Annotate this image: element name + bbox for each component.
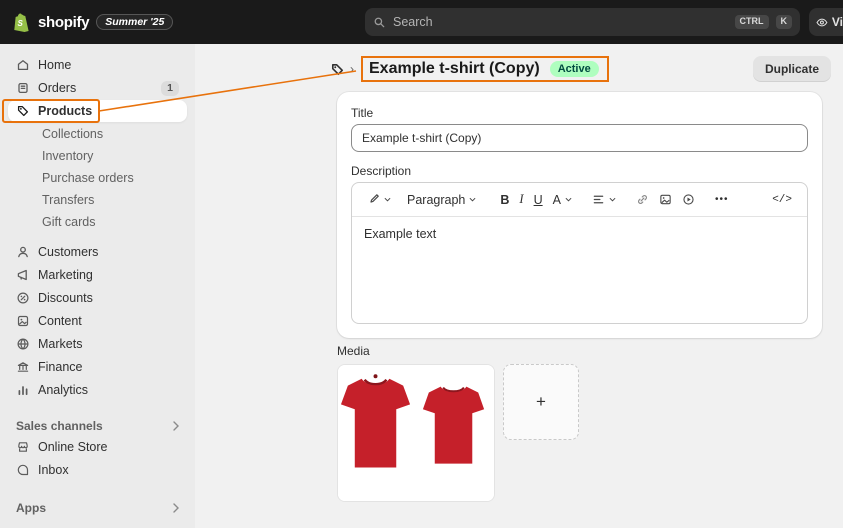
- status-badge: Active: [549, 61, 599, 77]
- sidebar-item-markets[interactable]: Markets: [8, 333, 187, 355]
- format-brush-icon: [370, 194, 379, 203]
- description-editor-body[interactable]: Example text: [352, 217, 807, 323]
- sidebar-item-content[interactable]: Content: [8, 310, 187, 332]
- search-placeholder: Search: [393, 15, 433, 29]
- sidebar-item-home[interactable]: Home: [8, 54, 187, 76]
- text-align-button[interactable]: [587, 189, 621, 210]
- megaphone-icon: [16, 268, 30, 282]
- page-title: Example t-shirt (Copy): [369, 60, 540, 77]
- image-icon: [660, 194, 671, 205]
- sidebar-item-label: Home: [38, 58, 72, 72]
- tshirts-image: [338, 365, 494, 501]
- chat-bubble-icon: [16, 463, 30, 477]
- sidebar-item-collections[interactable]: Collections: [8, 123, 187, 145]
- product-details-card: Title Description Paragraph B I U: [337, 92, 822, 338]
- chevron-down-icon: [469, 197, 476, 202]
- insert-image-button[interactable]: [654, 189, 677, 210]
- products-annotation-target: Products: [16, 104, 92, 118]
- more-options-button[interactable]: •••: [710, 190, 734, 209]
- sidebar-item-customers[interactable]: Customers: [8, 241, 187, 263]
- eye-icon: [816, 18, 828, 26]
- chevron-down-icon: [609, 197, 616, 202]
- shopify-admin: S shopify Summer '25 Search CTRL K Vi Ho…: [0, 0, 843, 528]
- sidebar-item-label: Orders: [38, 81, 77, 95]
- topbar: S shopify Summer '25 Search CTRL K Vi: [0, 0, 843, 44]
- annotated-title-box: Example t-shirt (Copy) Active: [361, 56, 609, 82]
- shortcut-k-badge: K: [775, 15, 792, 29]
- sidebar: Home Orders 1 Products Collections Inven…: [0, 44, 195, 528]
- add-media-button[interactable]: +: [503, 364, 579, 440]
- chevron-right-icon: [173, 421, 179, 431]
- insert-video-button[interactable]: [677, 189, 700, 210]
- chevron-down-icon: [565, 197, 572, 202]
- italic-button[interactable]: I: [514, 188, 528, 211]
- sidebar-item-analytics[interactable]: Analytics: [8, 379, 187, 401]
- sidebar-item-marketing[interactable]: Marketing: [8, 264, 187, 286]
- orders-icon: [16, 81, 30, 95]
- product-title-input[interactable]: [351, 124, 808, 152]
- bar-chart-icon: [16, 383, 30, 397]
- duplicate-button[interactable]: Duplicate: [752, 56, 831, 82]
- sidebar-item-finance[interactable]: Finance: [8, 356, 187, 378]
- breadcrumb-tag-icon[interactable]: [330, 62, 345, 77]
- search-bar[interactable]: Search CTRL K: [365, 8, 800, 36]
- link-button[interactable]: [631, 189, 654, 210]
- sidebar-item-online-store[interactable]: Online Store: [8, 436, 187, 458]
- globe-icon: [16, 337, 30, 351]
- paragraph-style-dropdown[interactable]: Paragraph: [402, 189, 481, 211]
- media-row: +: [337, 364, 843, 502]
- text-align-icon: [593, 195, 604, 204]
- search-icon: [374, 17, 385, 27]
- view-button-label: Vi: [831, 15, 843, 29]
- storefront-icon: [16, 440, 30, 454]
- sidebar-section-sales-channels[interactable]: Sales channels: [8, 416, 187, 436]
- sidebar-item-transfers[interactable]: Transfers: [8, 189, 187, 211]
- breadcrumb-separator: ›: [350, 62, 354, 76]
- logo-wordmark: shopify: [38, 13, 90, 31]
- page-header: › Example t-shirt (Copy) Active Duplicat…: [330, 56, 831, 82]
- edition-badge: Summer '25: [96, 14, 174, 30]
- main-content: › Example t-shirt (Copy) Active Duplicat…: [195, 44, 843, 528]
- description-field-label: Description: [351, 164, 412, 178]
- product-media-thumbnail[interactable]: [337, 364, 495, 502]
- text-color-button[interactable]: A: [548, 189, 577, 211]
- section-label: Sales channels: [16, 419, 103, 433]
- orders-count-badge: 1: [161, 80, 179, 96]
- link-icon: [637, 195, 647, 204]
- sidebar-item-products[interactable]: Products: [8, 100, 187, 122]
- rich-text-editor: Paragraph B I U A ••• </> Example text: [351, 182, 808, 324]
- shopify-logo[interactable]: S shopify Summer '25: [12, 0, 174, 44]
- underline-button[interactable]: U: [529, 189, 548, 211]
- sidebar-item-label: Products: [38, 104, 93, 118]
- bold-button[interactable]: B: [495, 189, 514, 211]
- shopify-bag-icon: S: [14, 13, 29, 32]
- sidebar-item-gift-cards[interactable]: Gift cards: [8, 211, 187, 233]
- home-icon: [16, 58, 30, 72]
- title-field-label: Title: [351, 106, 374, 120]
- chevron-right-icon: [173, 503, 179, 513]
- section-label: Apps: [16, 501, 46, 515]
- video-play-icon: [683, 194, 694, 205]
- editor-toolbar: Paragraph B I U A ••• </>: [352, 183, 807, 217]
- bank-icon: [16, 360, 30, 374]
- view-button[interactable]: Vi: [809, 8, 843, 36]
- chevron-down-icon: [384, 197, 391, 202]
- person-icon: [16, 245, 30, 259]
- sidebar-item-discounts[interactable]: Discounts: [8, 287, 187, 309]
- sidebar-item-inbox[interactable]: Inbox: [8, 459, 187, 481]
- format-brush-button[interactable]: [362, 189, 396, 210]
- tag-icon: [16, 104, 30, 118]
- sidebar-item-inventory[interactable]: Inventory: [8, 145, 187, 167]
- sidebar-item-orders[interactable]: Orders 1: [8, 77, 187, 99]
- code-view-button[interactable]: </>: [767, 190, 797, 210]
- sidebar-item-purchase-orders[interactable]: Purchase orders: [8, 167, 187, 189]
- sidebar-section-apps[interactable]: Apps: [8, 498, 187, 518]
- percent-icon: [16, 291, 30, 305]
- media-section-label: Media: [337, 344, 370, 358]
- svg-text:S: S: [18, 19, 24, 28]
- page-image-icon: [16, 314, 30, 328]
- shortcut-ctrl-badge: CTRL: [734, 15, 769, 29]
